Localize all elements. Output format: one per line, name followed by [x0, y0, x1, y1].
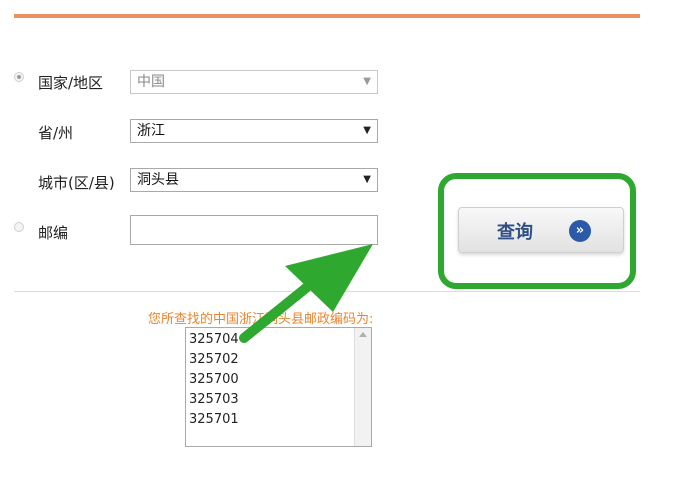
annotation-arrow-icon: [239, 244, 373, 343]
